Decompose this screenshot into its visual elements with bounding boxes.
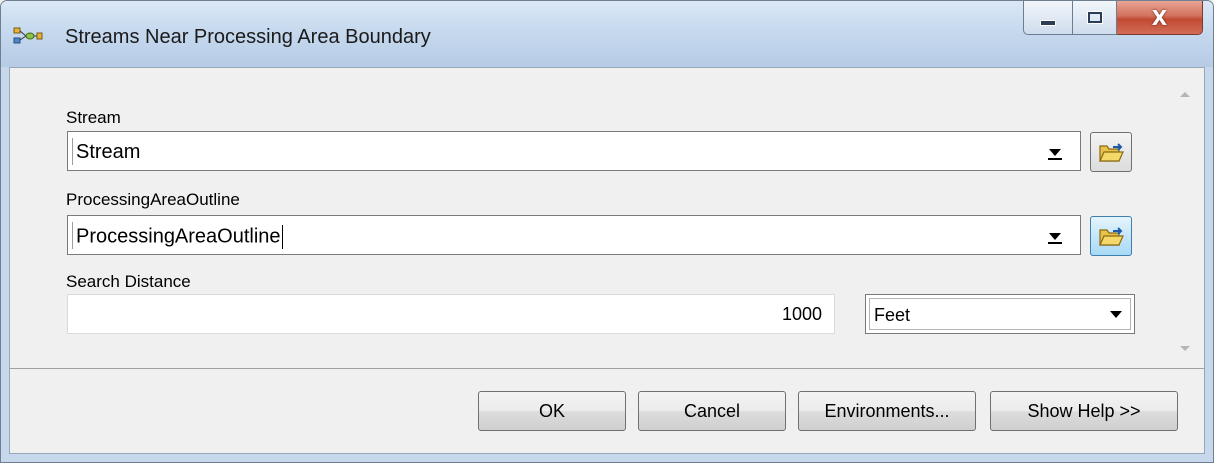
- parameters-panel[interactable]: Stream Stream ProcessingAreaOutline Proc…: [10, 68, 1204, 369]
- show-help-button[interactable]: Show Help >>: [990, 391, 1178, 431]
- button-bar: OK Cancel Environments... Show Help >>: [10, 369, 1204, 453]
- minimize-button[interactable]: [1023, 1, 1073, 35]
- chevron-down-icon[interactable]: [1044, 229, 1066, 245]
- chevron-down-icon[interactable]: [1044, 145, 1066, 161]
- stream-label: Stream: [66, 108, 121, 127]
- cancel-button[interactable]: Cancel: [638, 391, 786, 431]
- maximize-icon: [1087, 12, 1102, 23]
- ok-button[interactable]: OK: [478, 391, 626, 431]
- scroll-up-icon[interactable]: [1180, 92, 1190, 97]
- scroll-down-icon[interactable]: [1180, 346, 1190, 351]
- dialog-window: Streams Near Processing Area Boundary X …: [0, 0, 1214, 463]
- units-value: Feet: [874, 305, 911, 325]
- search-distance-input[interactable]: 1000: [67, 294, 835, 334]
- processing-area-value[interactable]: ProcessingAreaOutline: [76, 225, 283, 249]
- search-distance-value: 1000: [781, 304, 822, 324]
- open-folder-icon: [1099, 143, 1124, 162]
- title-bar[interactable]: Streams Near Processing Area Boundary X: [1, 1, 1213, 67]
- stream-combobox[interactable]: Stream: [67, 131, 1081, 171]
- environments-button[interactable]: Environments...: [798, 391, 976, 431]
- close-button[interactable]: X: [1117, 1, 1203, 35]
- window-title: Streams Near Processing Area Boundary: [65, 26, 431, 48]
- processing-area-combobox[interactable]: ProcessingAreaOutline: [67, 215, 1081, 255]
- open-folder-icon: [1099, 227, 1124, 246]
- processing-area-browse-button[interactable]: [1090, 216, 1132, 256]
- dialog-body: Stream Stream ProcessingAreaOutline Proc…: [9, 67, 1205, 454]
- maximize-button[interactable]: [1073, 1, 1117, 35]
- stream-value[interactable]: Stream: [76, 141, 140, 164]
- chevron-down-icon[interactable]: [1110, 311, 1122, 318]
- model-tool-icon: [13, 27, 43, 44]
- search-distance-label: Search Distance: [66, 272, 191, 291]
- text-caret: [281, 225, 283, 249]
- processing-area-text: ProcessingAreaOutline: [76, 225, 281, 248]
- units-select[interactable]: Feet: [865, 294, 1135, 334]
- stream-browse-button[interactable]: [1090, 132, 1132, 172]
- combo-edge: [72, 222, 73, 249]
- processing-area-label: ProcessingAreaOutline: [66, 190, 240, 209]
- minimize-icon: [1040, 19, 1056, 26]
- window-controls: X: [1023, 1, 1203, 41]
- combo-edge: [72, 138, 73, 165]
- close-icon: X: [1151, 5, 1168, 30]
